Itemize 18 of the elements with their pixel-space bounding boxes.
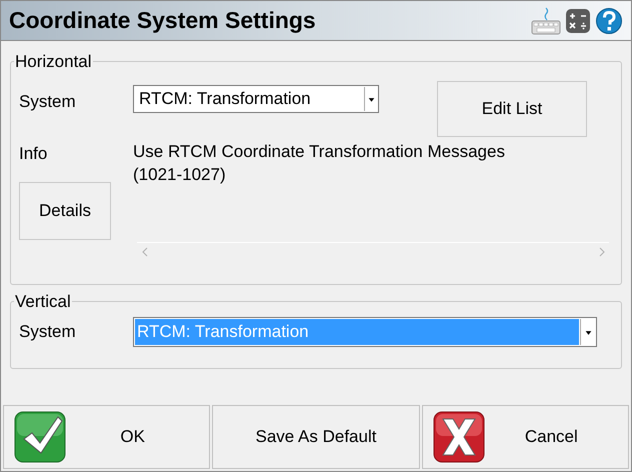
field-label: Info (19, 142, 48, 164)
group-legend: Vertical (14, 289, 72, 314)
edit-list-button[interactable]: Edit List (437, 80, 587, 136)
cancel-button[interactable]: Cancel (422, 405, 629, 469)
calculator-icon[interactable] (565, 8, 591, 34)
help-icon[interactable] (595, 6, 623, 34)
window-title: Coordinate System Settings (9, 6, 316, 36)
cross-icon (432, 411, 485, 463)
system-dropdown[interactable]: RTCM: Transformation (133, 84, 379, 112)
checkmark-icon (14, 411, 66, 463)
details-button[interactable]: Details (19, 182, 111, 240)
save-default-button[interactable]: Save As Default (212, 405, 420, 469)
field-label: System (19, 320, 77, 343)
info-text: Use RTCM Coordinate Transformation Messages (1021-1027) (133, 140, 506, 186)
keyboard-icon[interactable] (531, 6, 561, 36)
ok-button[interactable]: OK (3, 405, 210, 469)
field-label: System (19, 90, 77, 112)
group-legend: Horizontal (14, 49, 93, 74)
